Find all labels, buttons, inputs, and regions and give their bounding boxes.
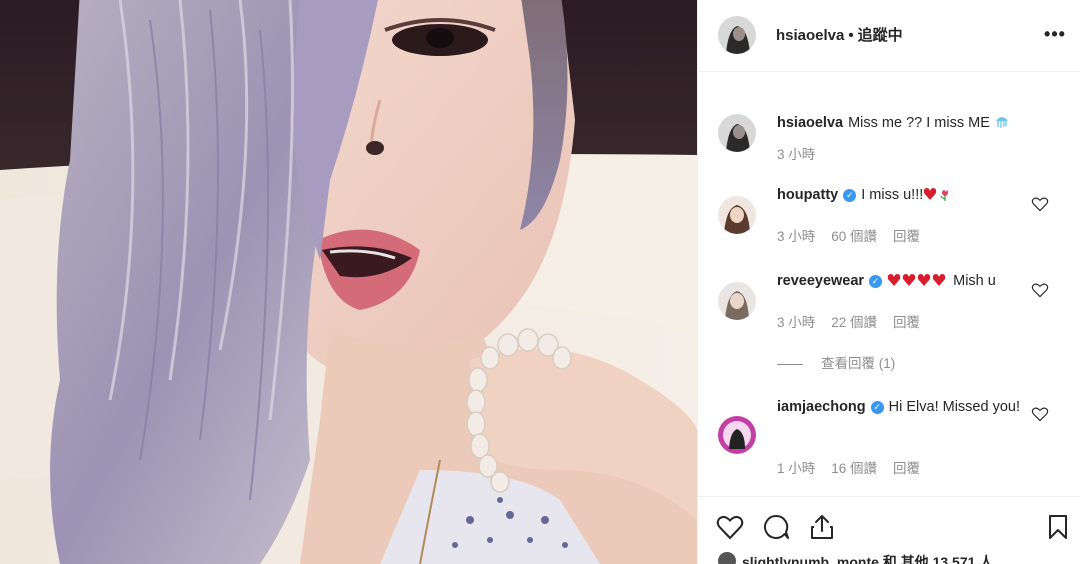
- comment-text: Hi Elva! Missed you!: [888, 399, 1020, 415]
- reply-link[interactable]: 回覆: [893, 461, 920, 476]
- view-replies-link[interactable]: 查看回覆 (1): [777, 352, 895, 372]
- comment-meta: 3 小時 22 個讚 回覆: [777, 311, 936, 331]
- comment-text: I miss u!!!: [861, 187, 924, 203]
- comment-body: reveeyewear ✓ Mish u: [777, 270, 1037, 294]
- follow-status[interactable]: 追蹤中: [858, 27, 903, 44]
- comment-text: Mish u: [953, 273, 996, 289]
- comment-body: houpatty ✓ I miss u!!!: [777, 184, 1037, 208]
- comment-username[interactable]: iamjaechong: [777, 399, 866, 415]
- post-sidebar: hsiaoelva • 追蹤中 ••• hsiaoelva Miss me ?? I …: [697, 0, 1080, 564]
- selfie-image: [0, 0, 697, 564]
- verified-badge-icon: ✓: [869, 275, 883, 288]
- comment-time: 3 小時: [777, 229, 816, 244]
- reply-link[interactable]: 回覆: [893, 229, 920, 244]
- comment-username[interactable]: reveeyewear: [777, 273, 864, 289]
- comment-meta: 1 小時 16 個讚 回覆: [777, 457, 936, 477]
- like-heart-icon[interactable]: [716, 513, 744, 541]
- author-username[interactable]: hsiaoelva: [776, 27, 844, 44]
- comment-username[interactable]: hsiaoelva: [777, 115, 843, 131]
- verified-badge-icon: ✓: [843, 189, 857, 202]
- save-bookmark-icon[interactable]: [1044, 513, 1072, 541]
- commenter-avatar[interactable]: [718, 114, 756, 152]
- comment-likes[interactable]: 16 個讚: [831, 461, 877, 476]
- jellyfish-emoji-icon: [994, 113, 1010, 136]
- comment-bubble-icon[interactable]: [762, 513, 790, 541]
- verified-badge-icon: ✓: [870, 401, 884, 414]
- post-header: hsiaoelva • 追蹤中 •••: [698, 0, 1080, 72]
- comment-likes[interactable]: 60 個讚: [831, 229, 877, 244]
- like-comment-heart-icon[interactable]: [1031, 282, 1049, 298]
- comment-time: 3 小時: [777, 315, 816, 330]
- commenter-avatar[interactable]: [718, 282, 756, 320]
- commenter-avatar[interactable]: [718, 416, 756, 454]
- author-avatar[interactable]: [718, 16, 756, 54]
- like-comment-heart-icon[interactable]: [1031, 406, 1049, 422]
- header-username-line: hsiaoelva • 追蹤中: [776, 27, 903, 44]
- comment-body: iamjaechong ✓ Hi Elva! Missed you!: [777, 396, 1037, 418]
- comment-likes[interactable]: 22 個讚: [831, 315, 877, 330]
- comment-body: hsiaoelva Miss me ?? I miss ME: [777, 112, 1037, 136]
- comment-time: 3 小時: [777, 147, 816, 162]
- comment-time: 1 小時: [777, 461, 816, 476]
- commenter-avatar[interactable]: [718, 196, 756, 234]
- heart-tulip-emoji-icon: [923, 186, 951, 208]
- replies-divider: [777, 363, 803, 365]
- liker-avatar: [718, 552, 736, 564]
- comment-text: Miss me ?? I miss ME: [848, 115, 990, 131]
- more-options-icon[interactable]: •••: [1043, 24, 1067, 44]
- post-photo[interactable]: [0, 0, 697, 564]
- like-comment-heart-icon[interactable]: [1031, 196, 1049, 212]
- share-icon[interactable]: [808, 513, 836, 541]
- comment-meta: 3 小時 60 個讚 回覆: [777, 225, 936, 245]
- four-hearts-emoji-icon: [887, 272, 949, 294]
- liked-by-line[interactable]: slightlynumb_monte 和 其他 13,571 人: [718, 552, 993, 564]
- comment-meta: 3 小時: [777, 143, 831, 163]
- view-replies-label[interactable]: 查看回覆 (1): [821, 356, 895, 371]
- liked-by-text[interactable]: slightlynumb_monte 和 其他 13,571 人: [742, 554, 993, 564]
- comment-username[interactable]: houpatty: [777, 187, 838, 203]
- reply-link[interactable]: 回覆: [893, 315, 920, 330]
